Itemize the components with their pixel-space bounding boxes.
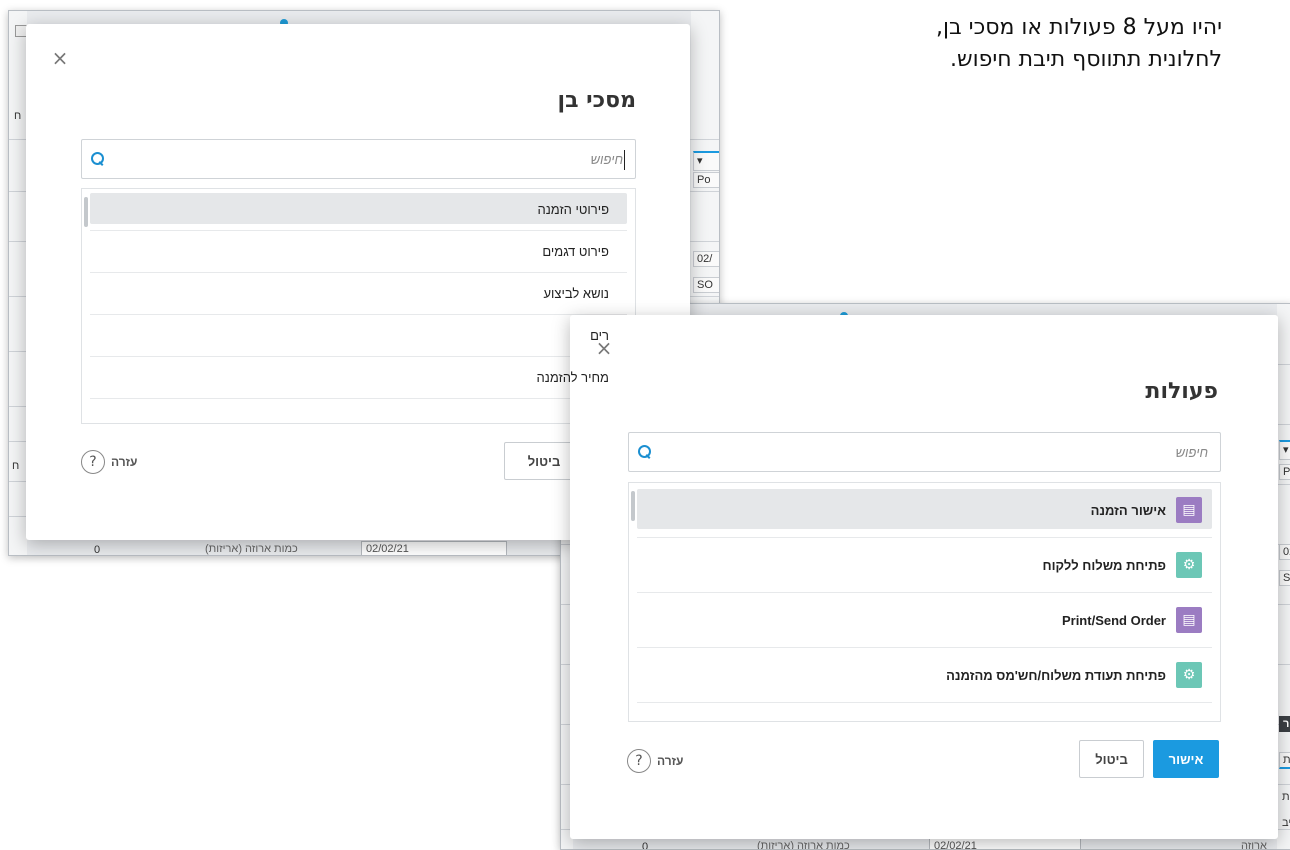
bg-fragment: ניב bbox=[1282, 817, 1290, 829]
dialog-title: פעולות bbox=[1145, 379, 1218, 404]
text-caret bbox=[624, 150, 625, 170]
list-item-label: פתיחת משלוח ללקוח bbox=[1042, 557, 1167, 573]
bg-left-strip bbox=[9, 11, 27, 555]
bg-fragment: 02 bbox=[1279, 544, 1290, 560]
caption-line-2: לחלונית תתווסף תיבת חיפוש. bbox=[950, 47, 1222, 72]
search-box bbox=[81, 139, 636, 179]
caption-line-1: יהיו מעל 8 פעולות או מסכי בן, bbox=[935, 15, 1222, 40]
bg-fragment: 02/ bbox=[693, 251, 719, 267]
bg-label: כמות ארוזה (אריזות) bbox=[757, 840, 850, 850]
document-icon: ▤ bbox=[1176, 497, 1202, 523]
bg-fragment: SO bbox=[1279, 570, 1290, 586]
dialog-title: מסכי בן bbox=[557, 88, 636, 113]
search-icon[interactable] bbox=[90, 151, 106, 167]
bg-date-field: 02/02/21 bbox=[361, 541, 507, 555]
bg-fragment: SO bbox=[693, 277, 719, 293]
bg-dropdown: ▾ bbox=[1279, 440, 1290, 460]
bg-qty: 0 bbox=[94, 544, 101, 556]
ok-button[interactable]: אישור bbox=[1153, 740, 1219, 778]
bg-qty: 0 bbox=[642, 841, 649, 850]
bg-fragment: ות bbox=[1282, 791, 1290, 803]
list-item-label: אישור הזמנה bbox=[1090, 502, 1166, 518]
help-label: עזרה bbox=[657, 754, 684, 768]
help-link[interactable]: עזרה ? bbox=[627, 749, 683, 773]
actions-list: ▤ אישור הזמנה ⚙ פתיחת משלוח ללקוח ▤ Prin… bbox=[628, 482, 1221, 722]
list-item-label: פירוט דגמים bbox=[542, 244, 609, 259]
search-box bbox=[628, 432, 1221, 472]
bg-label: ארוזה bbox=[1241, 840, 1267, 850]
bg-fragment: ח bbox=[14, 110, 22, 122]
search-input[interactable] bbox=[653, 433, 1220, 471]
help-icon: ? bbox=[81, 450, 105, 474]
bg-label: כמות ארוזה (אריזות) bbox=[205, 543, 298, 555]
actions-dialog: × פעולות ▤ אישור הזמנה ⚙ פתיחת משלוח ללק… bbox=[570, 315, 1278, 839]
list-item[interactable]: ▤ אישור הזמנה bbox=[637, 483, 1212, 538]
list-item[interactable]: נושא לביצוע bbox=[90, 273, 627, 315]
bg-fragment: ות bbox=[1279, 752, 1290, 769]
gears-icon: ⚙ bbox=[1176, 552, 1202, 578]
scrollbar[interactable] bbox=[631, 491, 635, 521]
bg-fragment: Po bbox=[693, 172, 719, 188]
list-item[interactable]: מחיר להזמנה bbox=[90, 357, 627, 399]
scrollbar[interactable] bbox=[84, 197, 88, 227]
bg-dropdown: ▾ bbox=[693, 151, 719, 171]
list-item-label: פירוטי הזמנה bbox=[537, 202, 609, 217]
search-input[interactable] bbox=[106, 140, 635, 178]
list-item-label: פתיחת תעודת משלוח/חש'מס מהזמנה bbox=[946, 667, 1166, 683]
bg-fragment: ח bbox=[12, 460, 20, 472]
document-icon: ▤ bbox=[1176, 607, 1202, 633]
list-item[interactable]: ▤ Print/Send Order bbox=[637, 593, 1212, 648]
subscreens-list: פירוטי הזמנה פירוט דגמים נושא לביצוע רים… bbox=[81, 188, 636, 424]
list-item-label: נושא לביצוע bbox=[543, 286, 609, 301]
list-item[interactable]: פירוטי הזמנה bbox=[90, 189, 627, 231]
list-item-label: רים bbox=[590, 328, 609, 343]
list-item-label: Print/Send Order bbox=[1061, 612, 1166, 628]
list-item[interactable]: ⚙ פתיחת תעודת משלוח/חש'מס מהזמנה bbox=[637, 648, 1212, 703]
search-icon[interactable] bbox=[637, 444, 653, 460]
help-label: עזרה bbox=[111, 455, 138, 469]
caption: יהיו מעל 8 פעולות או מסכי בן, לחלונית תת… bbox=[802, 12, 1222, 76]
bg-fragment: ויר bbox=[1279, 716, 1290, 732]
help-icon: ? bbox=[627, 749, 651, 773]
list-item[interactable]: רים bbox=[90, 315, 627, 357]
cancel-button[interactable]: ביטול bbox=[1079, 740, 1144, 778]
bg-fragment: Po bbox=[1279, 464, 1290, 480]
list-item[interactable]: ⚙ פתיחת משלוח ללקוח bbox=[637, 538, 1212, 593]
list-item-label: מחיר להזמנה bbox=[536, 370, 609, 385]
help-link[interactable]: עזרה ? bbox=[81, 450, 137, 474]
gears-icon: ⚙ bbox=[1176, 662, 1202, 688]
close-icon[interactable]: × bbox=[50, 48, 70, 68]
bg-date-field: 02/02/21 bbox=[929, 838, 1081, 849]
list-item[interactable]: פירוט דגמים bbox=[90, 231, 627, 273]
